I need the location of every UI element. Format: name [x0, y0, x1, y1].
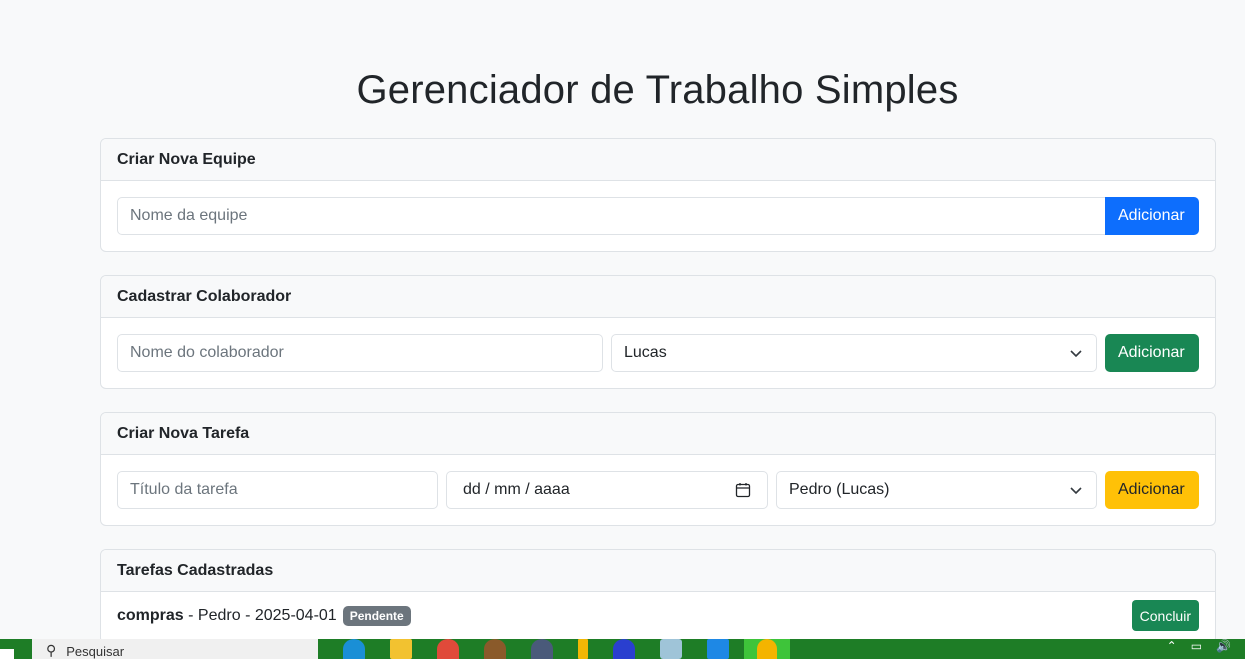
complete-task-button[interactable]: Concluir	[1131, 600, 1199, 631]
app-icon[interactable]	[484, 639, 506, 659]
app-icon[interactable]	[613, 639, 635, 659]
app-icon	[757, 639, 777, 659]
add-team-button[interactable]: Adicionar	[1105, 197, 1199, 235]
taskbar-active-app[interactable]	[744, 639, 790, 659]
taskbar-search-text: Pesquisar	[66, 644, 125, 659]
task-separator: -	[183, 607, 198, 624]
task-card: Criar Nova Tarefa Título da tarefa dd / …	[100, 412, 1216, 526]
calendar-icon[interactable]	[735, 482, 751, 498]
task-row: compras - Pedro - 2025-04-01 Pendente	[117, 600, 411, 632]
search-icon: ⚲	[46, 642, 57, 658]
task-date-input[interactable]: dd / mm / aaaa	[446, 471, 768, 509]
assignee-select[interactable]: Pedro (Lucas)	[776, 471, 1097, 509]
task-card-header: Criar Nova Tarefa	[101, 413, 1215, 455]
status-badge: Pendente	[342, 606, 411, 626]
page-title: Gerenciador de Trabalho Simples	[356, 68, 959, 112]
assignee-select-value: Pedro (Lucas)	[789, 481, 890, 498]
task-list-item: compras - Pedro - 2025-04-01 Pendente Co…	[101, 592, 1215, 643]
power-bi-icon[interactable]	[578, 639, 588, 659]
add-task-button[interactable]: Adicionar	[1105, 471, 1199, 509]
chevron-down-icon	[1070, 350, 1082, 358]
task-person: Pedro	[197, 607, 241, 624]
chevron-up-icon[interactable]: ⌃	[1167, 639, 1177, 653]
team-card-header: Criar Nova Equipe	[101, 139, 1215, 181]
task-title: compras	[117, 607, 184, 624]
vscode-icon[interactable]	[707, 639, 729, 659]
chevron-down-icon	[1070, 487, 1082, 495]
system-tray: ⌃ ▭ 🔊	[1167, 639, 1231, 653]
collaborator-card: Cadastrar Colaborador Nome do colaborado…	[100, 275, 1216, 389]
chrome-icon[interactable]	[437, 639, 459, 659]
tasks-list-card: Tarefas Cadastradas compras - Pedro - 20…	[100, 549, 1216, 644]
app-icon[interactable]	[531, 639, 553, 659]
team-select-value: Lucas	[624, 344, 667, 361]
windows-start-icon[interactable]	[0, 649, 14, 659]
team-select[interactable]: Lucas	[611, 334, 1097, 372]
task-title-input[interactable]: Título da tarefa	[117, 471, 438, 509]
collaborator-name-input[interactable]: Nome do colaborador	[117, 334, 603, 372]
collaborator-card-header: Cadastrar Colaborador	[101, 276, 1215, 318]
os-taskbar: ⚲ Pesquisar ⌃ ▭ 🔊	[0, 639, 1245, 659]
tasks-list-header: Tarefas Cadastradas	[101, 550, 1215, 592]
task-date-placeholder: dd / mm / aaaa	[463, 481, 570, 498]
task-date: 2025-04-01	[254, 607, 337, 624]
edge-icon[interactable]	[343, 639, 365, 659]
network-icon[interactable]: ▭	[1191, 639, 1202, 653]
add-collaborator-button[interactable]: Adicionar	[1105, 334, 1199, 372]
file-explorer-icon[interactable]	[390, 639, 412, 659]
volume-icon[interactable]: 🔊	[1216, 639, 1231, 653]
team-card: Criar Nova Equipe Nome da equipe Adicion…	[100, 138, 1216, 252]
task-title-placeholder: Título da tarefa	[130, 481, 238, 498]
collaborator-name-placeholder: Nome do colaborador	[130, 344, 284, 361]
team-name-placeholder: Nome da equipe	[130, 207, 248, 224]
task-separator: -	[240, 607, 255, 624]
taskbar-search-box[interactable]: ⚲ Pesquisar	[32, 639, 318, 659]
app-icon[interactable]	[660, 639, 682, 659]
team-name-input[interactable]: Nome da equipe	[117, 197, 1106, 235]
